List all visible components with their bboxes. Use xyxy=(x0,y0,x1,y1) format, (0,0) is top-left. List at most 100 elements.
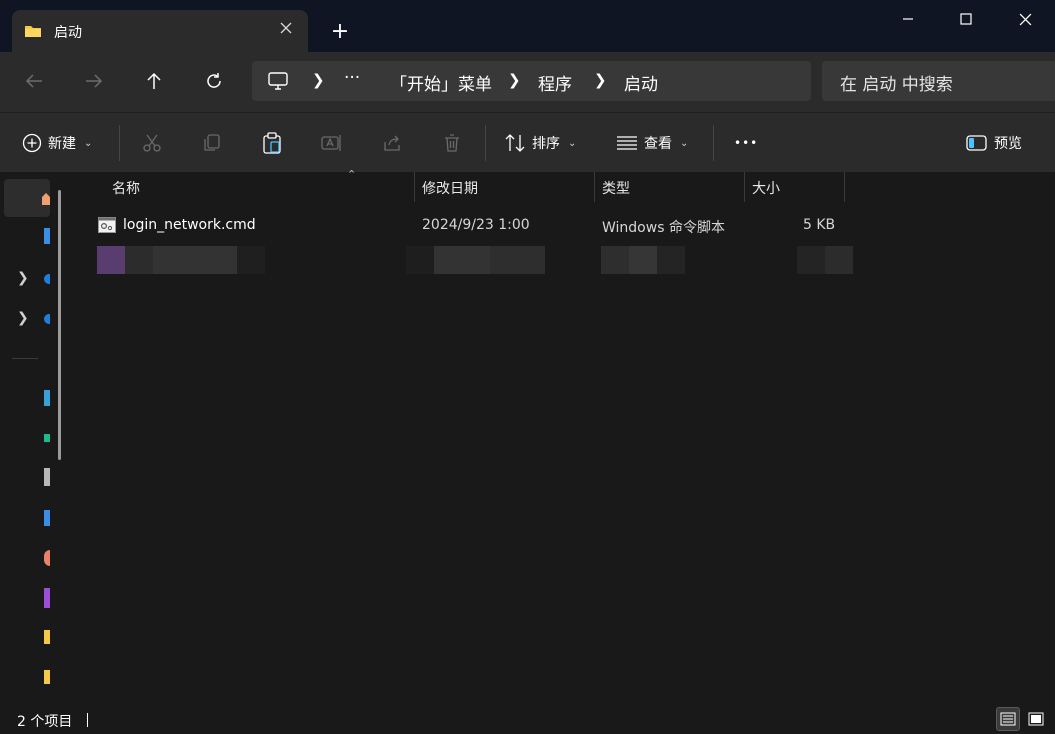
forward-button[interactable] xyxy=(77,64,111,98)
nav-item-folder-2[interactable] xyxy=(44,670,50,684)
address-row: ❯ ··· 「开始」菜单 ❯ 程序 ❯ 启动 在 启动 中搜索 xyxy=(0,52,1055,112)
file-modified: 2024/9/23 1:00 xyxy=(422,217,530,233)
text-cursor xyxy=(87,713,88,727)
view-list-icon xyxy=(617,136,637,150)
chevron-down-icon: ⌄ xyxy=(84,137,93,149)
chevron-down-icon: ⌄ xyxy=(680,137,689,149)
sort-ascending-icon: ⌃ xyxy=(347,168,357,181)
cut-button[interactable] xyxy=(140,131,164,155)
nav-item-music[interactable] xyxy=(44,550,50,566)
nav-item-onedrive-personal[interactable] xyxy=(44,314,50,324)
item-count: 2 个项目 xyxy=(17,714,73,730)
view-button[interactable]: 查看 ⌄ xyxy=(616,127,688,159)
details-view-button[interactable] xyxy=(996,707,1020,731)
paste-button[interactable] xyxy=(260,131,284,155)
redacted-block xyxy=(629,246,657,274)
more-options-button[interactable]: ••• xyxy=(734,127,758,159)
column-modified[interactable]: 修改日期 xyxy=(422,172,478,202)
column-name[interactable]: 名称 xyxy=(112,172,140,202)
refresh-icon xyxy=(207,73,221,88)
redacted-block xyxy=(657,246,685,274)
back-button[interactable] xyxy=(17,64,51,98)
nav-item-downloads[interactable] xyxy=(44,434,50,442)
rename-button[interactable] xyxy=(320,131,344,155)
title-bar: 启动 + xyxy=(0,0,1055,52)
redacted-block xyxy=(434,246,490,274)
nav-item-desktop[interactable] xyxy=(44,390,50,406)
tab-title: 启动 xyxy=(54,25,82,41)
nav-item-videos[interactable] xyxy=(44,588,50,608)
up-button[interactable] xyxy=(137,64,171,98)
add-circle-icon xyxy=(22,133,42,153)
column-divider[interactable] xyxy=(414,172,415,202)
view-label: 查看 xyxy=(644,136,672,152)
redacted-block xyxy=(825,246,853,274)
file-type: Windows 命令脚本 xyxy=(602,220,725,236)
breadcrumb-programs[interactable]: 程序 xyxy=(538,70,572,95)
redacted-block xyxy=(97,246,125,274)
new-tab-button[interactable]: + xyxy=(326,19,354,47)
nav-item-onedrive[interactable] xyxy=(44,274,50,284)
column-divider[interactable] xyxy=(744,172,745,202)
tiles-view-button[interactable] xyxy=(1024,707,1048,731)
refresh-button[interactable] xyxy=(197,64,231,98)
home-icon xyxy=(42,193,50,205)
sort-label: 排序 xyxy=(532,136,560,152)
redacted-block xyxy=(153,246,237,274)
chevron-right-icon[interactable]: ❯ xyxy=(594,71,607,89)
file-row[interactable]: login_network.cmd 2024/9/23 1:00 Windows… xyxy=(96,214,856,240)
preview-pane-button[interactable]: 预览 xyxy=(966,127,1022,159)
redacted-block xyxy=(237,246,265,274)
close-window-button[interactable] xyxy=(1010,6,1040,32)
column-size[interactable]: 大小 xyxy=(752,172,780,202)
file-row-redacted[interactable] xyxy=(0,246,860,274)
nav-item-folder-1[interactable] xyxy=(44,630,50,644)
more-icon: ••• xyxy=(734,136,759,150)
maximize-button[interactable] xyxy=(951,6,981,32)
nav-item-home[interactable] xyxy=(4,179,50,217)
file-size: 5 KB xyxy=(803,217,836,233)
main-area: ❯ ❯ ⌃ 名称 修改日期 类型 大小 login_network.cmd 20… xyxy=(0,168,1055,704)
search-box[interactable]: 在 启动 中搜索 xyxy=(822,61,1055,101)
redacted-block xyxy=(490,246,545,274)
nav-item-gallery[interactable] xyxy=(44,228,50,244)
chevron-right-icon[interactable]: ❯ xyxy=(508,71,521,89)
copy-icon xyxy=(204,134,220,151)
sort-button[interactable]: 排序 ⌄ xyxy=(504,127,576,159)
divider xyxy=(713,125,714,161)
nav-item-pictures[interactable] xyxy=(44,510,50,526)
command-bar: 新建 ⌄ 排序 ⌄ 查看 ⌄ ••• 预览 xyxy=(0,112,1055,172)
delete-button[interactable] xyxy=(440,131,464,155)
redacted-block xyxy=(601,246,629,274)
chevron-right-icon[interactable]: ❯ xyxy=(312,71,325,89)
column-divider[interactable] xyxy=(844,172,845,202)
nav-scrollbar[interactable] xyxy=(58,190,61,460)
search-placeholder: 在 启动 中搜索 xyxy=(840,75,953,95)
cmd-script-icon xyxy=(98,217,116,233)
redacted-block xyxy=(797,246,825,274)
paste-icon xyxy=(263,132,281,154)
nav-item-documents[interactable] xyxy=(44,468,50,486)
breadcrumb-overflow[interactable]: ··· xyxy=(344,68,360,88)
new-button[interactable]: 新建 ⌄ xyxy=(22,127,92,159)
column-type[interactable]: 类型 xyxy=(602,172,630,202)
tab-startup[interactable]: 启动 xyxy=(12,10,308,52)
new-label: 新建 xyxy=(48,136,76,152)
this-pc-icon xyxy=(268,72,288,90)
breadcrumb-start-menu[interactable]: 「开始」菜单 xyxy=(390,70,492,95)
share-button[interactable] xyxy=(380,131,404,155)
redacted-block xyxy=(406,246,434,274)
cut-icon xyxy=(143,134,161,152)
divider xyxy=(12,358,38,359)
chevron-right-icon[interactable]: ❯ xyxy=(17,310,29,326)
redacted-block xyxy=(125,246,153,274)
folder-icon xyxy=(25,26,41,37)
minimize-button[interactable] xyxy=(893,6,923,32)
share-icon xyxy=(384,135,400,151)
column-divider[interactable] xyxy=(594,172,595,202)
breadcrumb-startup[interactable]: 启动 xyxy=(624,70,658,95)
close-tab-icon[interactable] xyxy=(276,20,296,40)
preview-pane-icon xyxy=(966,135,987,151)
address-bar[interactable]: ❯ ··· 「开始」菜单 ❯ 程序 ❯ 启动 xyxy=(252,61,811,101)
copy-button[interactable] xyxy=(200,131,224,155)
